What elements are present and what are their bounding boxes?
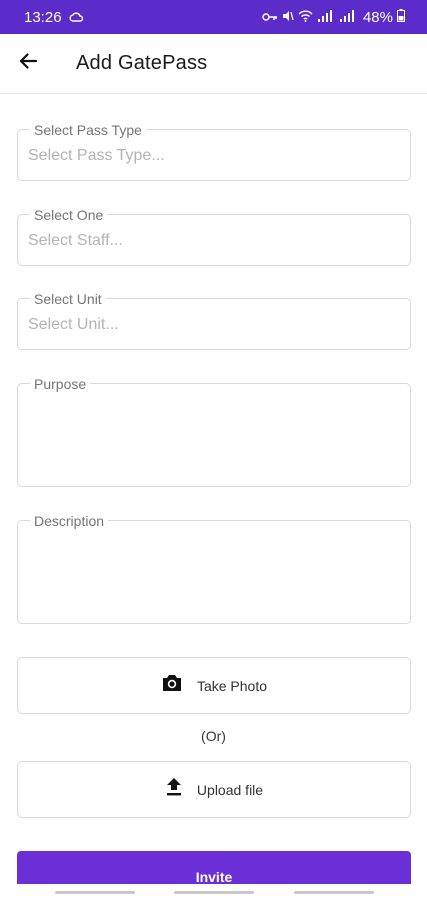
staff-placeholder: Select Staff... [28, 232, 123, 249]
signal-icon-1 [317, 9, 335, 25]
pass-type-select[interactable]: Select Pass Type Select Pass Type... [17, 122, 411, 181]
nav-home-handle[interactable] [174, 891, 254, 894]
upload-file-button[interactable]: Upload file [17, 761, 411, 818]
battery-icon [397, 9, 405, 25]
key-icon [262, 10, 278, 25]
mute-icon [282, 10, 294, 25]
take-photo-label: Take Photo [196, 677, 268, 694]
pass-type-label: Select Pass Type [30, 122, 146, 138]
unit-label: Select Unit [30, 291, 106, 307]
app-bar: Add GatePass [0, 34, 427, 94]
upload-icon [165, 777, 183, 802]
staff-label: Select One [30, 207, 108, 223]
purpose-label: Purpose [30, 376, 91, 392]
wifi-icon [298, 10, 313, 25]
description-field[interactable]: Description [17, 513, 411, 624]
nav-recent-handle[interactable] [55, 891, 135, 894]
camera-icon [161, 673, 183, 698]
unit-placeholder: Select Unit... [28, 316, 119, 333]
status-time: 13:26 [24, 8, 62, 26]
pass-type-placeholder: Select Pass Type... [28, 147, 165, 164]
status-bar: 13:26 48% [0, 0, 427, 34]
nav-back-handle[interactable] [294, 891, 374, 894]
purpose-field[interactable]: Purpose [17, 376, 411, 487]
cloud-icon [69, 9, 83, 26]
back-button[interactable] [0, 34, 56, 94]
page-title: Add GatePass [76, 52, 208, 74]
description-label: Description [30, 513, 109, 529]
battery-percent: 48% [362, 8, 393, 26]
unit-select[interactable]: Select Unit Select Unit... [17, 291, 411, 350]
status-left: 13:26 [24, 9, 83, 26]
staff-select[interactable]: Select One Select Staff... [17, 207, 411, 266]
upload-file-label: Upload file [196, 781, 264, 798]
signal-icon-2 [339, 9, 357, 25]
arrow-left-icon [18, 52, 38, 75]
system-nav-bar [0, 884, 427, 900]
or-divider-text: (Or) [201, 728, 226, 744]
status-right: 48% [262, 9, 405, 26]
take-photo-button[interactable]: Take Photo [17, 657, 411, 714]
